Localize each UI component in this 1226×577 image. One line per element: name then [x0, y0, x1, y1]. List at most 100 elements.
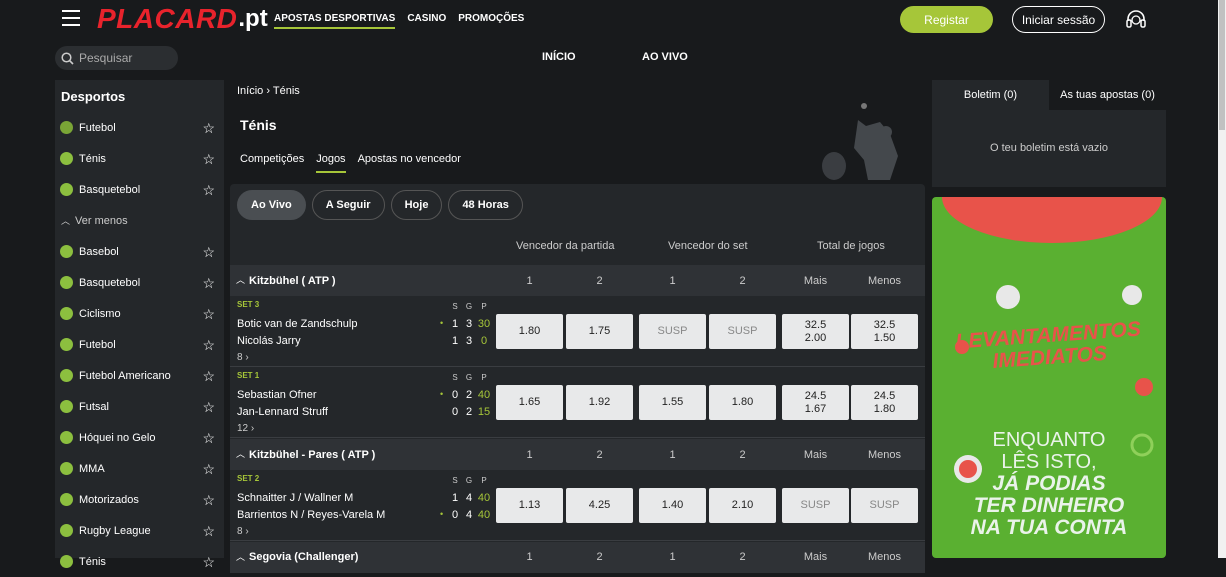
- sidebar-fav-basquetebol[interactable]: Basquetebol ☆: [55, 174, 224, 205]
- star-icon[interactable]: ☆: [202, 120, 215, 137]
- score: 1: [451, 318, 459, 330]
- sidebar-item-ciclismo[interactable]: Ciclismo ☆: [55, 298, 224, 329]
- tab-home[interactable]: INÍCIO: [542, 51, 576, 63]
- col-label: Mais: [803, 275, 828, 287]
- page-scrollbar[interactable]: [1218, 0, 1226, 558]
- odd-button[interactable]: 1.13: [496, 488, 563, 523]
- score: 30: [477, 318, 491, 330]
- odd-button[interactable]: SUSP: [782, 488, 849, 523]
- tab-games[interactable]: Jogos: [316, 153, 346, 173]
- odd-button[interactable]: 1.75: [566, 314, 633, 349]
- player-2: Jan-Lennard Struff: [237, 406, 328, 418]
- banner-text: ENQUANTO LÊS ISTO, JÁ PODIAS TER DINHEIR…: [932, 429, 1166, 539]
- star-icon[interactable]: ☆: [202, 151, 215, 168]
- odd-button[interactable]: 1.55: [639, 385, 706, 420]
- more-markets-link[interactable]: 12 ›: [237, 423, 254, 434]
- sidebar-item-futebol[interactable]: Futebol ☆: [55, 329, 224, 360]
- star-icon[interactable]: ☆: [202, 306, 215, 323]
- score: 40: [477, 389, 491, 401]
- chevron-right-icon: ›: [266, 85, 271, 97]
- score: 0: [451, 406, 459, 418]
- sidebar-fav-tenis[interactable]: Ténis ☆: [55, 143, 224, 174]
- sidebar-item-tenis[interactable]: Ténis ☆: [55, 546, 224, 577]
- star-icon[interactable]: ☆: [202, 492, 215, 509]
- more-markets-link[interactable]: 8 ›: [237, 526, 249, 537]
- star-icon[interactable]: ☆: [202, 275, 215, 292]
- breadcrumb-home[interactable]: Início: [237, 85, 263, 97]
- score: 3: [465, 318, 473, 330]
- star-icon[interactable]: ☆: [202, 182, 215, 199]
- filter-today[interactable]: Hoje: [390, 190, 443, 220]
- promo-banner[interactable]: LEVANTAMENTOS IMEDIATOS ENQUANTO LÊS ISTO…: [932, 197, 1166, 558]
- league-name: Kitzbühel - Pares ( ATP ): [249, 449, 376, 461]
- tab-my-bets[interactable]: As tuas apostas (0): [1049, 80, 1166, 110]
- more-count: 12: [237, 423, 249, 434]
- sidebar-item-mma[interactable]: MMA ☆: [55, 453, 224, 484]
- brand-logo[interactable]: PLACARD .pt: [97, 3, 268, 35]
- search-input[interactable]: Pesquisar: [55, 46, 178, 70]
- odd-button[interactable]: 32.5 1.50: [851, 314, 918, 349]
- sidebar-item-hoquei[interactable]: Hóquei no Gelo ☆: [55, 422, 224, 453]
- filter-next[interactable]: A Seguir: [311, 190, 385, 220]
- filter-48h[interactable]: 48 Horas: [448, 190, 523, 220]
- star-icon[interactable]: ☆: [202, 368, 215, 385]
- col-label: 2: [596, 275, 603, 287]
- brand-name: PLACARD: [97, 3, 238, 34]
- tennis-player-illustration: [822, 103, 898, 180]
- sidebar-item-rugby[interactable]: Rugby League ☆: [55, 515, 224, 546]
- odd-button[interactable]: 1.80: [709, 385, 776, 420]
- score-head: S: [452, 373, 458, 382]
- sidebar-item-basebol[interactable]: Basebol ☆: [55, 236, 224, 267]
- nav-sports[interactable]: APOSTAS DESPORTIVAS: [274, 13, 396, 29]
- star-icon[interactable]: ☆: [202, 461, 215, 478]
- register-button[interactable]: Registar: [900, 6, 993, 33]
- sidebar-item-motorizados[interactable]: Motorizados ☆: [55, 484, 224, 515]
- page-title: Ténis: [240, 117, 277, 133]
- odd-button[interactable]: 32.5 2.00: [782, 314, 849, 349]
- league-header[interactable]: ︿ Kitzbühel - Pares ( ATP ) 1 2 1 2 Mais…: [230, 439, 925, 470]
- tab-live[interactable]: AO VIVO: [642, 51, 688, 63]
- more-markets-link[interactable]: 8 ›: [237, 352, 249, 363]
- see-less-toggle[interactable]: ︿ Ver menos: [55, 205, 224, 236]
- nav-casino[interactable]: CASINO: [407, 13, 446, 29]
- league-header[interactable]: ︿ Kitzbühel ( ATP ) 1 2 1 2 Mais Menos: [230, 265, 925, 296]
- odd-button[interactable]: 1.92: [566, 385, 633, 420]
- odd-button[interactable]: 1.65: [496, 385, 563, 420]
- odd-button[interactable]: SUSP: [851, 488, 918, 523]
- betslip-panel: Boletim (0) As tuas apostas (0) O teu bo…: [932, 80, 1166, 187]
- star-icon[interactable]: ☆: [202, 523, 215, 540]
- star-icon[interactable]: ☆: [202, 399, 215, 416]
- tab-betslip[interactable]: Boletim (0): [932, 80, 1049, 110]
- odd-button[interactable]: 4.25: [566, 488, 633, 523]
- see-less-label: Ver menos: [75, 214, 128, 227]
- scrollbar-thumb[interactable]: [1219, 0, 1225, 130]
- nav-promotions[interactable]: PROMOÇÕES: [458, 13, 524, 29]
- col-label: 1: [526, 449, 533, 461]
- odd-button[interactable]: 24.5 1.67: [782, 385, 849, 420]
- star-icon[interactable]: ☆: [202, 244, 215, 261]
- odd-button[interactable]: SUSP: [639, 314, 706, 349]
- match-row[interactable]: SET 1 Sebastian Ofner Jan-Lennard Struff…: [230, 367, 925, 438]
- odd-button[interactable]: 1.80: [496, 314, 563, 349]
- star-icon[interactable]: ☆: [202, 430, 215, 447]
- tab-outright[interactable]: Apostas no vencedor: [358, 153, 461, 173]
- headset-icon[interactable]: [1124, 8, 1148, 32]
- sidebar-item-futsal[interactable]: Futsal ☆: [55, 391, 224, 422]
- menu-icon[interactable]: [62, 10, 80, 26]
- col-label: Mais: [803, 551, 828, 563]
- login-button[interactable]: Iniciar sessão: [1012, 6, 1105, 33]
- sidebar-item-basquetebol[interactable]: Basquetebol ☆: [55, 267, 224, 298]
- star-icon[interactable]: ☆: [202, 337, 215, 354]
- odd-button[interactable]: SUSP: [709, 314, 776, 349]
- match-row[interactable]: SET 3 Botic van de Zandschulp Nicolás Ja…: [230, 296, 925, 367]
- odd-button[interactable]: 24.5 1.80: [851, 385, 918, 420]
- sidebar-fav-futebol[interactable]: Futebol ☆: [55, 112, 224, 143]
- sidebar-item-label: Rugby League: [79, 524, 151, 537]
- tab-competitions[interactable]: Competições: [240, 153, 304, 173]
- filter-live[interactable]: Ao Vivo: [237, 190, 306, 220]
- sidebar-item-futebol-americano[interactable]: Futebol Americano ☆: [55, 360, 224, 391]
- odd-button[interactable]: 1.40: [639, 488, 706, 523]
- odd-button[interactable]: 2.10: [709, 488, 776, 523]
- match-row[interactable]: SET 2 Schnaitter J / Wallner M Barriento…: [230, 470, 925, 541]
- star-icon[interactable]: ☆: [202, 554, 215, 571]
